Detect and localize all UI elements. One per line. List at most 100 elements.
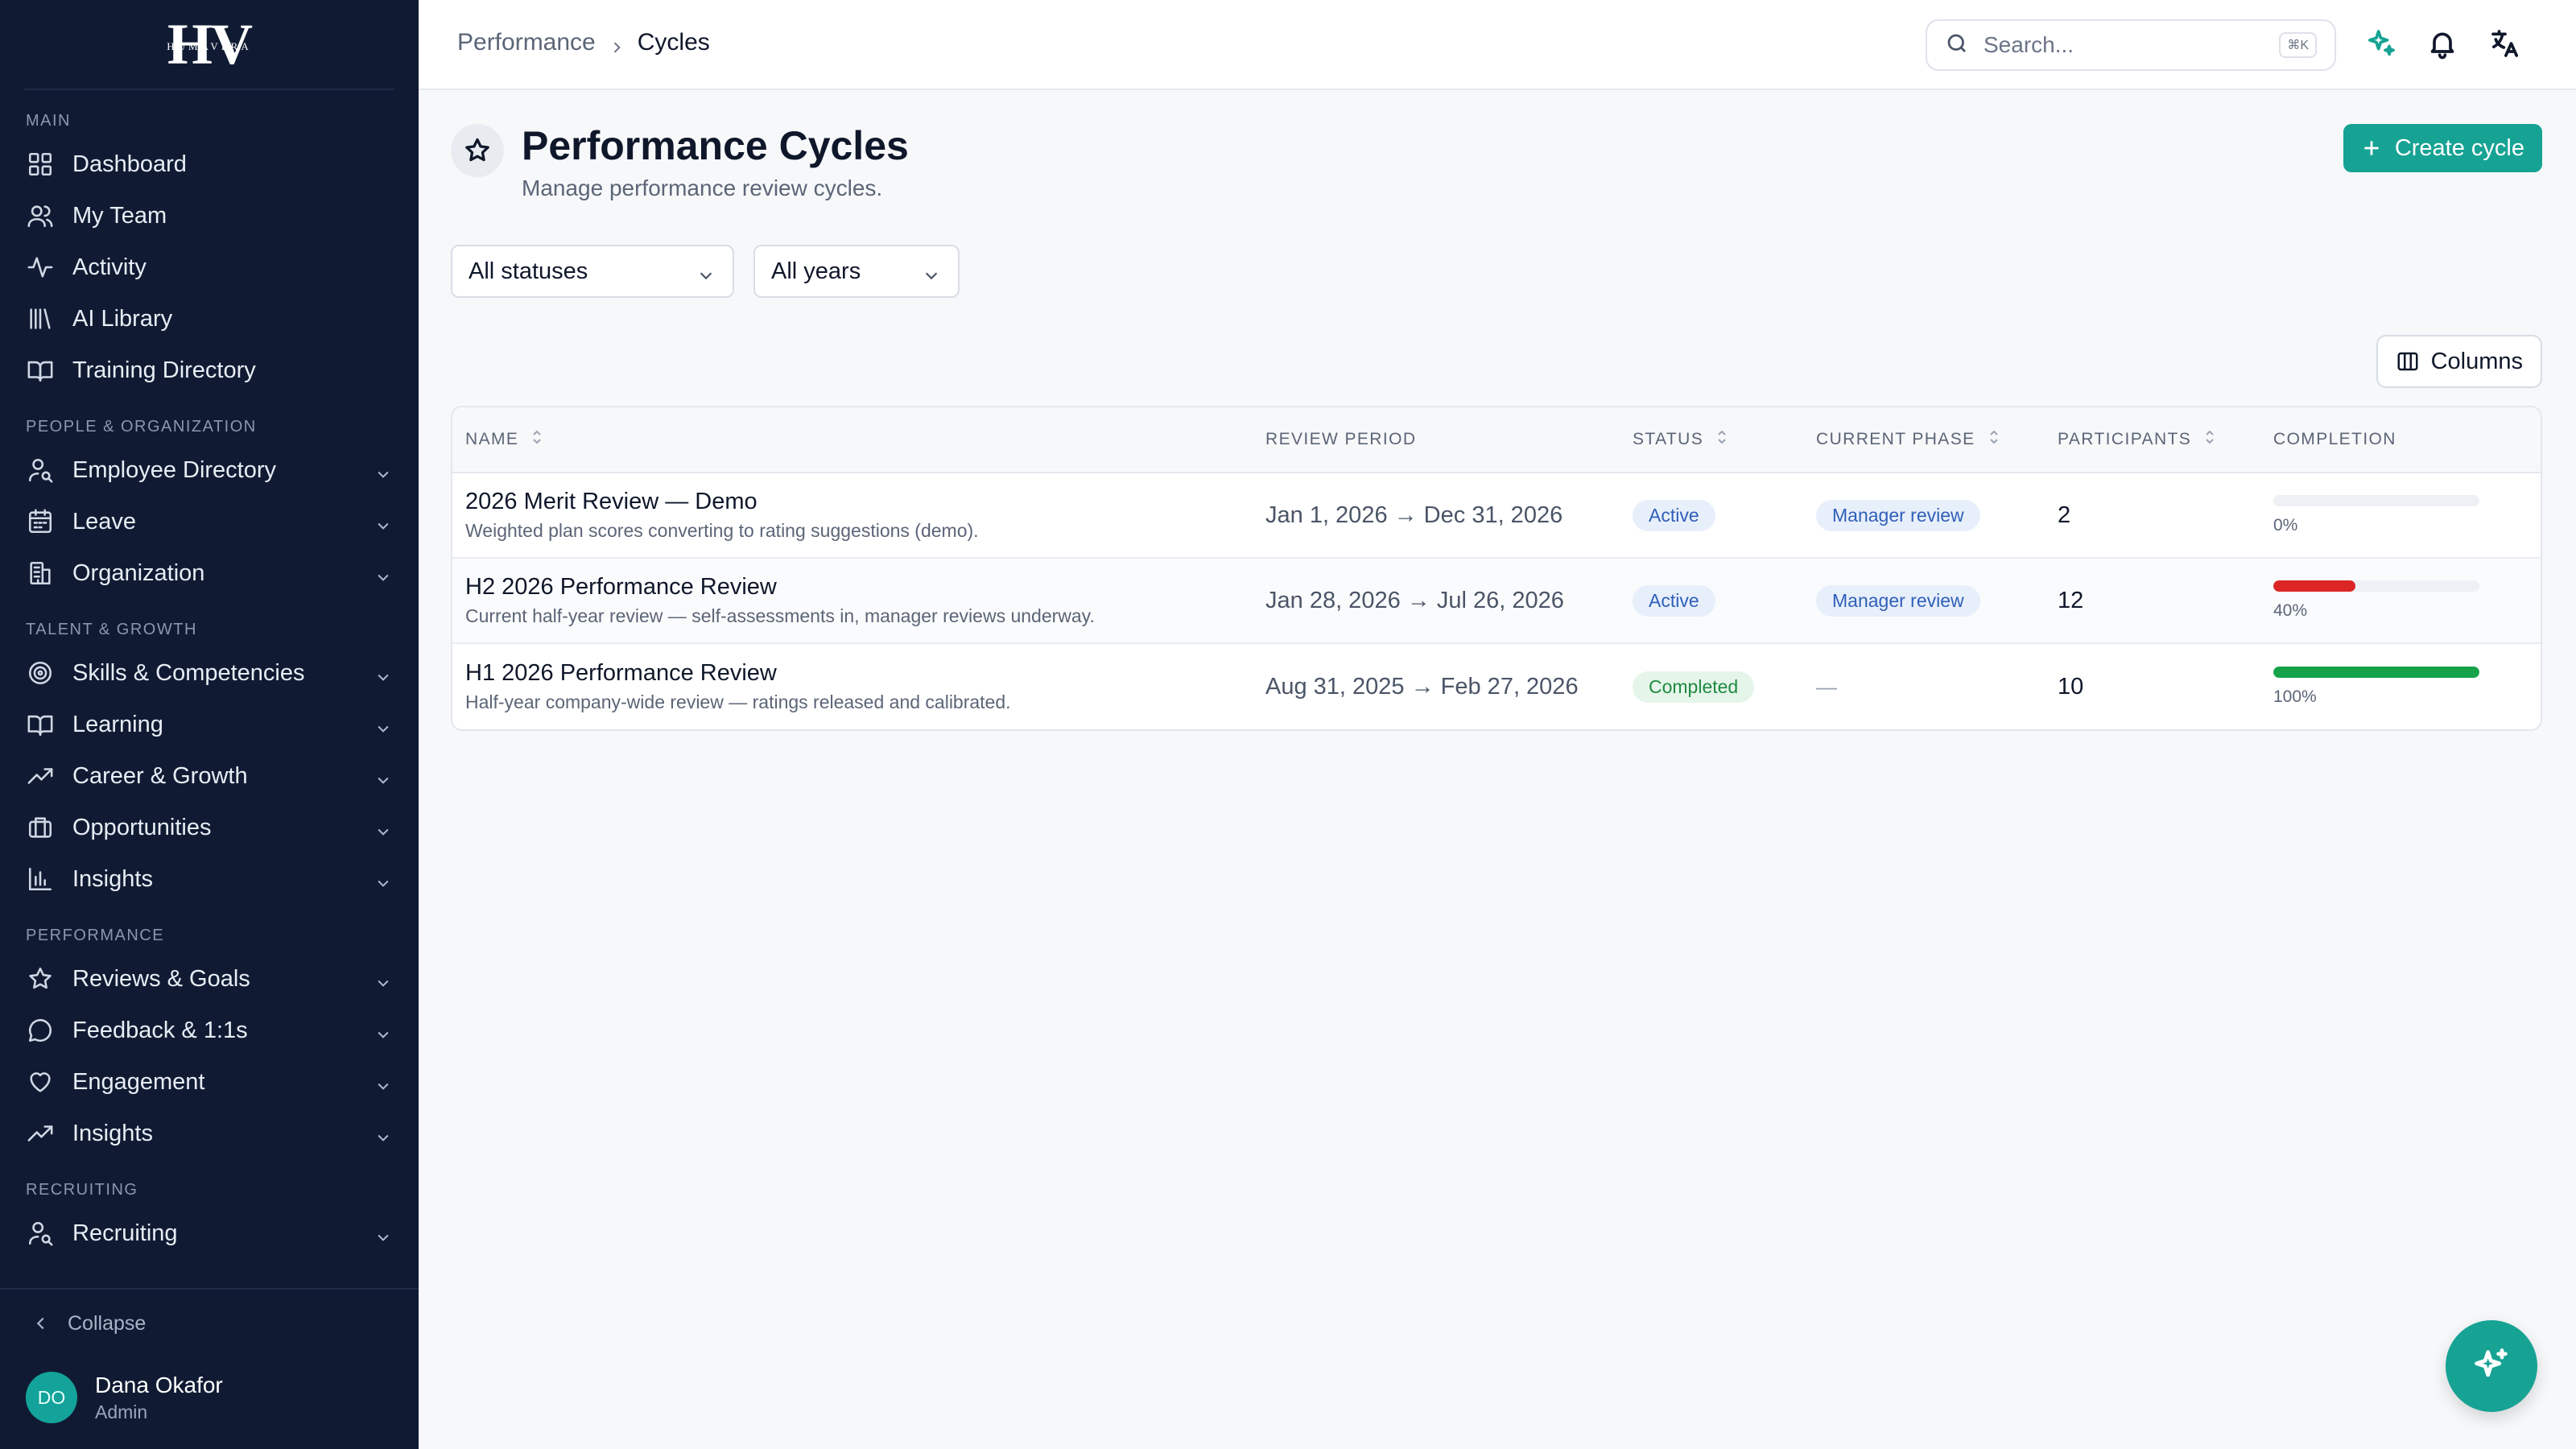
sidebar-item-feedback-1-1s[interactable]: Feedback & 1:1s: [0, 1005, 419, 1056]
breadcrumb-cycles: Cycles: [637, 29, 710, 56]
notifications-button[interactable]: [2426, 27, 2462, 63]
heart-icon: [26, 1067, 55, 1096]
briefcase-icon: [26, 813, 55, 842]
user-name: Dana Okafor: [95, 1372, 223, 1397]
search-placeholder: Search...: [1984, 32, 2074, 57]
sidebar-item-my-team[interactable]: My Team: [0, 190, 419, 242]
building-icon: [26, 559, 55, 588]
column-header-status[interactable]: STATUS: [1633, 428, 1816, 451]
column-header-review-period: REVIEW PERIOD: [1265, 430, 1633, 449]
breadcrumb: Performance Cycles: [457, 29, 710, 56]
sidebar-item-label: Skills & Competencies: [72, 659, 305, 686]
table-row[interactable]: H1 2026 Performance Review Half-year com…: [452, 644, 2541, 729]
top-bar: Performance Cycles Search... ⌘K: [419, 0, 2576, 90]
search-input[interactable]: Search... ⌘K: [1926, 19, 2336, 71]
grid-icon: [26, 150, 55, 179]
chevron-down-icon: [375, 1225, 391, 1241]
review-period: Jan 28, 2026 → Jul 26, 2026: [1265, 587, 1564, 613]
header-label: CURRENT PHASE: [1816, 430, 1975, 448]
breadcrumb-performance[interactable]: Performance: [457, 29, 596, 56]
table-row[interactable]: 2026 Merit Review — Demo Weighted plan s…: [452, 473, 2541, 559]
main-content: Performance Cycles Manage performance re…: [419, 90, 2576, 1449]
chevron-down-icon: [375, 665, 391, 681]
sidebar-item-insights[interactable]: Insights: [0, 1108, 419, 1159]
sidebar-item-reviews-goals[interactable]: Reviews & Goals: [0, 953, 419, 1005]
sidebar-item-career-growth[interactable]: Career & Growth: [0, 750, 419, 802]
sidebar-item-label: Reviews & Goals: [72, 965, 250, 992]
sidebar-item-label: Opportunities: [72, 814, 212, 840]
status-badge: Active: [1633, 584, 1715, 617]
sidebar-item-leave[interactable]: Leave: [0, 496, 419, 547]
cell-status: Active: [1633, 499, 1816, 531]
header-label: NAME: [465, 430, 519, 448]
sidebar-item-label: Activity: [72, 254, 147, 280]
message-circle-icon: [26, 1016, 55, 1045]
sidebar-item-dashboard[interactable]: Dashboard: [0, 138, 419, 190]
sort-icon: [2191, 428, 2217, 451]
cell-current-phase: Manager review: [1816, 499, 2058, 531]
brand-wordmark: HUMAVERA: [167, 40, 252, 52]
sidebar-item-activity[interactable]: Activity: [0, 242, 419, 293]
sidebar-item-label: Recruiting: [72, 1220, 178, 1246]
sidebar-item-label: Leave: [72, 508, 137, 535]
year-filter-select[interactable]: All years: [753, 245, 960, 298]
sparkles-icon: [2475, 1348, 2508, 1377]
sidebar-item-recruiting[interactable]: Recruiting: [0, 1208, 419, 1259]
cell-review-period: Jan 28, 2026 → Jul 26, 2026: [1265, 588, 1633, 614]
column-header-name[interactable]: NAME: [452, 428, 1265, 451]
participants-count: 2: [2058, 502, 2071, 528]
status-filter-value: All statuses: [469, 258, 588, 284]
user-search-icon: [26, 1219, 55, 1248]
sort-icon: [518, 428, 544, 451]
sort-icon: [1975, 428, 2001, 451]
sidebar-item-engagement[interactable]: Engagement: [0, 1056, 419, 1108]
phase-empty: —: [1816, 674, 1837, 699]
sidebar-item-skills-competencies[interactable]: Skills & Competencies: [0, 647, 419, 699]
cycle-name[interactable]: 2026 Merit Review — Demo: [465, 489, 1265, 515]
language-button[interactable]: [2489, 27, 2524, 63]
sidebar-item-insights[interactable]: Insights: [0, 853, 419, 905]
cell-completion: 0%: [2273, 495, 2541, 535]
phase-badge: Manager review: [1816, 499, 1980, 531]
sidebar-section-title: PERFORMANCE: [26, 927, 165, 944]
chevron-down-icon: [375, 1022, 391, 1038]
status-filter-select[interactable]: All statuses: [451, 245, 734, 298]
sidebar-item-ai-library[interactable]: AI Library: [0, 293, 419, 345]
chevron-down-icon: [375, 819, 391, 836]
collapse-button[interactable]: Collapse: [0, 1290, 419, 1357]
sidebar-item-label: Insights: [72, 865, 153, 892]
phase-badge: Manager review: [1816, 584, 1980, 617]
columns-label: Columns: [2430, 348, 2523, 374]
sidebar-item-organization[interactable]: Organization: [0, 547, 419, 599]
completion-percent: 40%: [2273, 601, 2308, 620]
user-profile[interactable]: DO Dana Okafor Admin: [0, 1357, 419, 1438]
chevron-down-icon: [375, 1125, 391, 1141]
cycle-name[interactable]: H1 2026 Performance Review: [465, 660, 1265, 687]
ai-assistant-button[interactable]: [2446, 1320, 2537, 1412]
cell-name: 2026 Merit Review — Demo Weighted plan s…: [452, 489, 1265, 542]
trending-up-icon: [26, 1119, 55, 1148]
completion-bar: [2273, 667, 2479, 678]
sidebar-item-learning[interactable]: Learning: [0, 699, 419, 750]
cycle-name[interactable]: H2 2026 Performance Review: [465, 574, 1265, 601]
brand-logo[interactable]: HV HUMAVERA: [157, 15, 262, 73]
logo-area: HV HUMAVERA: [24, 0, 394, 90]
column-header-participants[interactable]: PARTICIPANTS: [2058, 428, 2273, 451]
ai-sparkle-button[interactable]: [2365, 27, 2401, 63]
sidebar-item-training-directory[interactable]: Training Directory: [0, 345, 419, 396]
users-icon: [26, 201, 55, 230]
column-header-current-phase[interactable]: CURRENT PHASE: [1816, 428, 2058, 451]
columns-button[interactable]: Columns: [2376, 335, 2542, 388]
table-row[interactable]: H2 2026 Performance Review Current half-…: [452, 559, 2541, 644]
user-role: Admin: [95, 1401, 148, 1422]
chevron-down-icon: [375, 971, 391, 987]
sidebar-item-employee-directory[interactable]: Employee Directory: [0, 444, 419, 496]
sidebar-item-label: My Team: [72, 202, 167, 229]
completion-bar: [2273, 580, 2479, 592]
sidebar-item-label: Employee Directory: [72, 456, 277, 483]
create-cycle-button[interactable]: Create cycle: [2343, 124, 2542, 172]
sidebar-item-opportunities[interactable]: Opportunities: [0, 802, 419, 853]
cell-review-period: Aug 31, 2025 → Feb 27, 2026: [1265, 674, 1633, 700]
cell-status: Active: [1633, 584, 1816, 617]
sidebar-item-label: Training Directory: [72, 357, 256, 383]
